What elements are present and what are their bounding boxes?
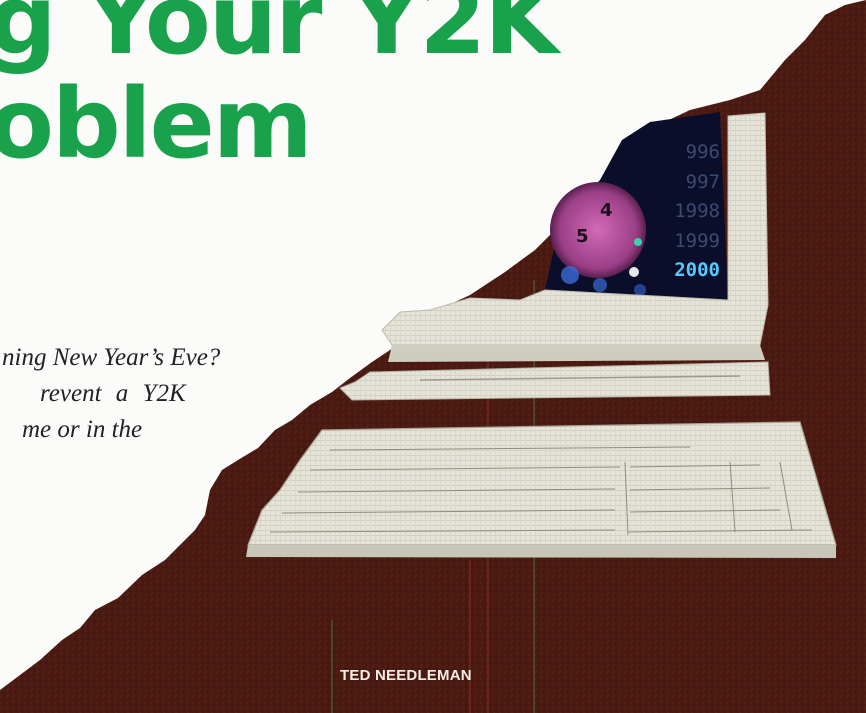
intro-line: revent a Y2K [40,380,186,407]
year-item: 997 [685,170,720,193]
keyboard-icon [246,421,837,558]
clock-number: 5 [576,226,589,247]
clock-number: 4 [600,200,613,221]
author-byline: TED NEEDLEMAN [340,667,472,684]
year-item: 1998 [674,200,720,222]
intro-line: me or in the [22,416,143,443]
year-item: 996 [685,141,720,163]
year-list: 996 997 1998 1999 2000 [622,138,720,286]
intro-line: ning New Year’s Eve? [2,344,221,371]
year-item: 1999 [674,229,720,252]
article-headline: g Your Y2K oblem [0,0,559,180]
year-item-active: 2000 [674,259,720,281]
headline-line: g Your Y2K [0,0,559,76]
magazine-page: g Your Y2K oblem 996 997 1998 1999 2000 … [0,0,866,713]
headline-line: oblem [0,68,313,180]
article-intro: ning New Year’s Eve? revent a Y2K me or … [0,340,330,448]
